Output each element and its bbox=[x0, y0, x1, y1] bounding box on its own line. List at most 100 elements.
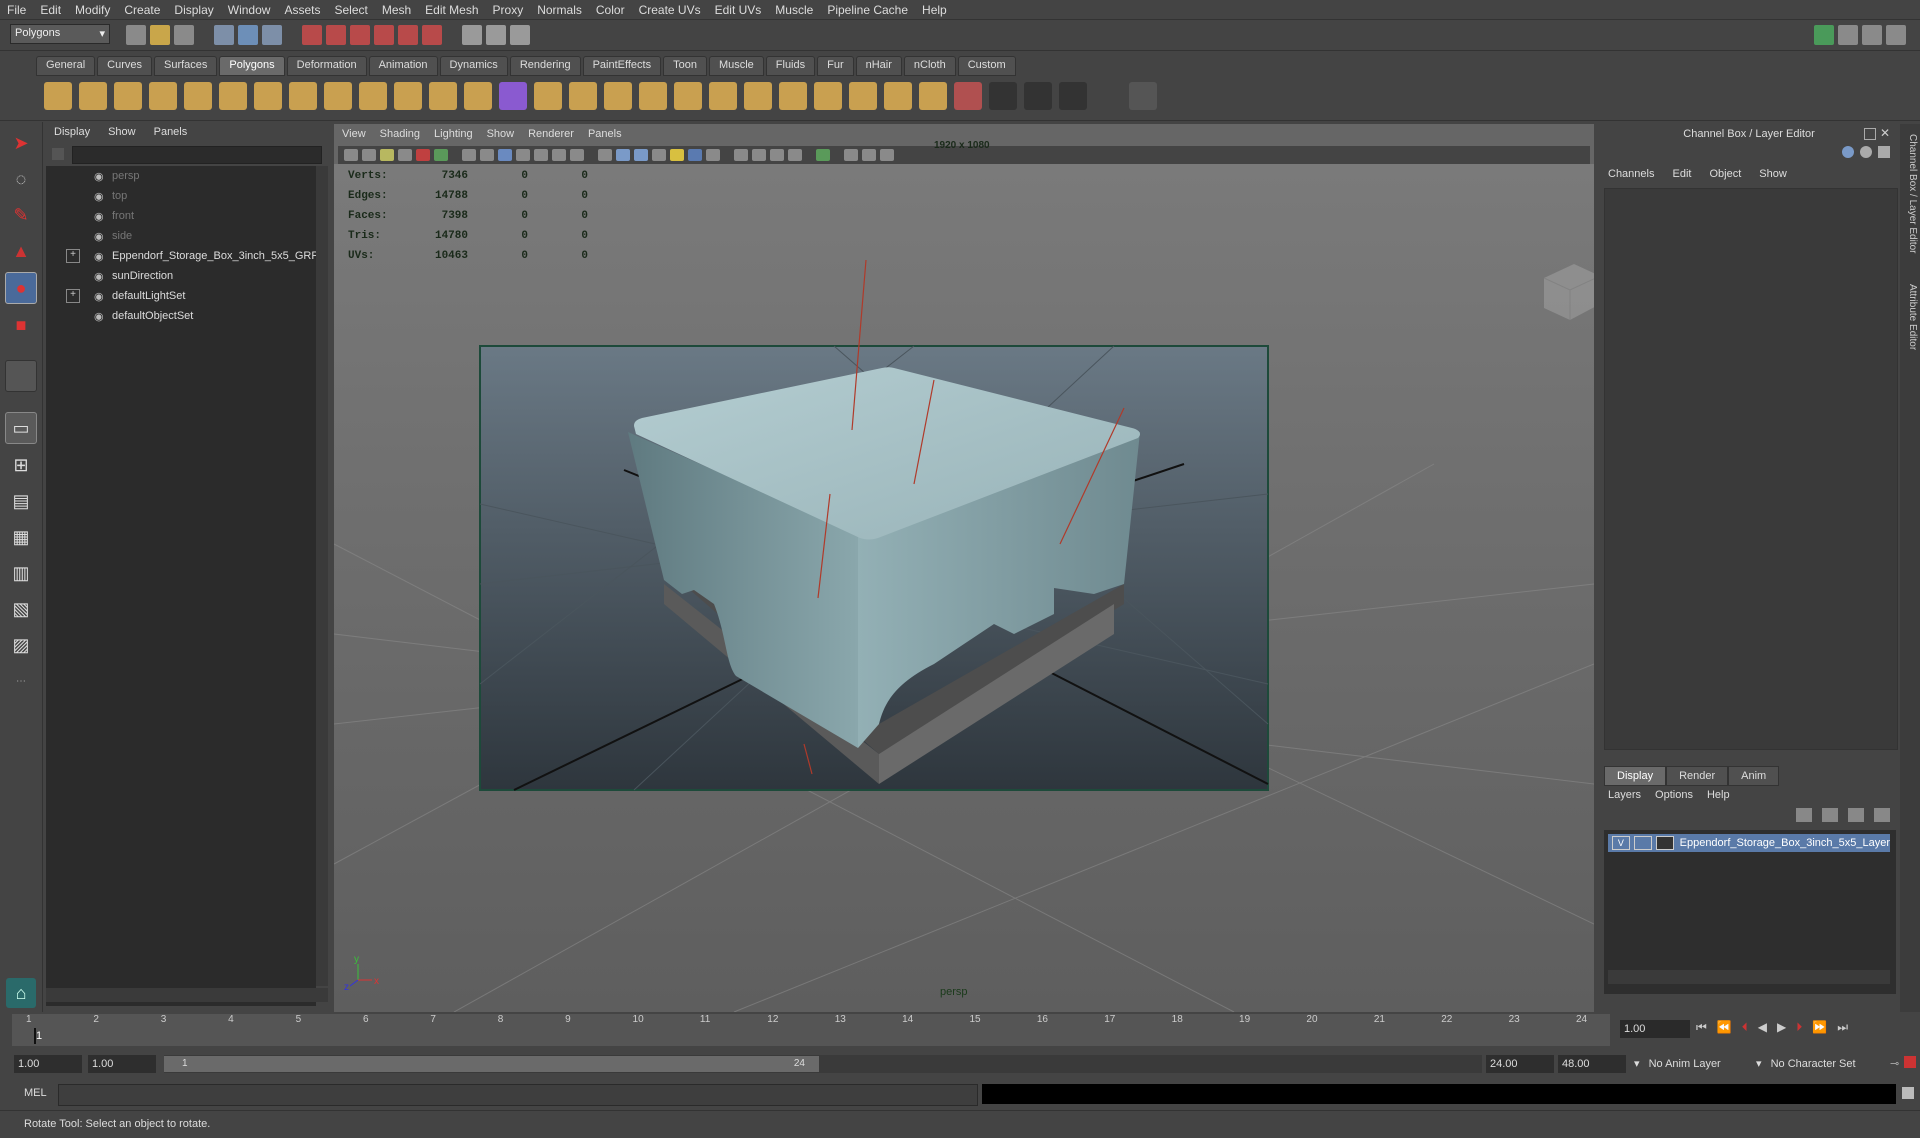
step-forward-frame-icon[interactable]: ⏵ bbox=[1796, 1020, 1802, 1035]
shelf-tab-rendering[interactable]: Rendering bbox=[509, 56, 581, 76]
shelf-tab-general[interactable]: General bbox=[36, 56, 96, 76]
outliner-item[interactable]: + ◉ defaultLightSet bbox=[46, 286, 316, 306]
single-perspective-layout-icon[interactable]: ▭ bbox=[5, 412, 37, 444]
poly-cylinder-icon[interactable] bbox=[114, 82, 142, 110]
play-forwards-icon[interactable]: ▶ bbox=[1777, 1020, 1786, 1035]
shelf-tab-painteffects[interactable]: PaintEffects bbox=[582, 56, 662, 76]
menu-create[interactable]: Create bbox=[117, 3, 167, 17]
poly-prism-icon[interactable] bbox=[254, 82, 282, 110]
poly-soccer-ball-icon[interactable] bbox=[359, 82, 387, 110]
outliner-item[interactable]: ◉ side bbox=[46, 226, 316, 246]
film-gate-icon[interactable] bbox=[480, 149, 494, 161]
anti-aliasing-icon[interactable] bbox=[752, 149, 766, 161]
select-object-icon[interactable] bbox=[238, 25, 258, 45]
shelf-tab-fluids[interactable]: Fluids bbox=[765, 56, 816, 76]
shelf-tab-nhair[interactable]: nHair bbox=[855, 56, 902, 76]
script-editor-icon[interactable] bbox=[1902, 1087, 1914, 1099]
2d-pan-zoom-icon[interactable] bbox=[416, 149, 430, 161]
viewport-canvas[interactable]: y x z bbox=[334, 164, 1594, 1012]
extrude-icon[interactable] bbox=[534, 82, 562, 110]
field-chart-icon[interactable] bbox=[534, 149, 548, 161]
viewport-menu-lighting[interactable]: Lighting bbox=[434, 128, 473, 140]
step-forward-key-icon[interactable]: ⏩ bbox=[1812, 1020, 1827, 1035]
bridge-icon[interactable] bbox=[569, 82, 597, 110]
persp-graph-hypershade-layout-icon[interactable]: ▥ bbox=[6, 558, 36, 588]
checker-3-icon[interactable] bbox=[1059, 82, 1087, 110]
menu-help[interactable]: Help bbox=[915, 3, 954, 17]
expand-icon[interactable]: + bbox=[66, 289, 80, 303]
checker-2-icon[interactable] bbox=[1024, 82, 1052, 110]
play-backwards-icon[interactable]: ◀ bbox=[1758, 1020, 1767, 1035]
outliner-item[interactable]: ◉ front bbox=[46, 206, 316, 226]
rotate-tool-icon[interactable]: ● bbox=[5, 272, 37, 304]
channel-names-icon[interactable] bbox=[1842, 146, 1854, 158]
layer-tab-display[interactable]: Display bbox=[1604, 766, 1667, 786]
separate-icon[interactable] bbox=[429, 82, 457, 110]
checker-4-icon[interactable] bbox=[1094, 82, 1122, 110]
menu-proxy[interactable]: Proxy bbox=[486, 3, 531, 17]
mel-input[interactable] bbox=[58, 1084, 978, 1106]
auto-key-icon[interactable]: ⊸ bbox=[1890, 1057, 1899, 1070]
viewport-panel[interactable]: y x z View Shading Lighting Show Renderer Pan… bbox=[334, 124, 1594, 1012]
poly-sphere-icon[interactable] bbox=[44, 82, 72, 110]
shelf-tab-muscle[interactable]: Muscle bbox=[708, 56, 764, 76]
open-scene-icon[interactable] bbox=[150, 25, 170, 45]
menu-file[interactable]: File bbox=[0, 3, 33, 17]
menu-display[interactable]: Display bbox=[167, 3, 220, 17]
tab-channel-box[interactable]: Channel Box / Layer Editor bbox=[1902, 134, 1918, 254]
menu-color[interactable]: Color bbox=[589, 3, 632, 17]
textured-icon[interactable] bbox=[652, 149, 666, 161]
poly-cube-icon[interactable] bbox=[79, 82, 107, 110]
wireframe-icon[interactable] bbox=[598, 149, 612, 161]
close-icon[interactable]: ✕ bbox=[1880, 126, 1890, 140]
resolution-gate-icon[interactable] bbox=[498, 149, 512, 161]
image-plane-icon[interactable] bbox=[398, 149, 412, 161]
new-layer-from-selection-icon[interactable] bbox=[1874, 808, 1890, 822]
snap-grid-icon[interactable] bbox=[302, 25, 322, 45]
poly-helix-icon[interactable] bbox=[324, 82, 352, 110]
gate-mask-icon[interactable] bbox=[516, 149, 530, 161]
menu-mesh[interactable]: Mesh bbox=[375, 3, 418, 17]
save-scene-icon[interactable] bbox=[174, 25, 194, 45]
outliner-menu-display[interactable]: Display bbox=[54, 126, 90, 138]
render-view-icon[interactable] bbox=[462, 25, 482, 45]
layer-tab-anim[interactable]: Anim bbox=[1728, 766, 1780, 786]
select-tool-icon[interactable]: ➤ bbox=[6, 128, 36, 158]
viewport-menu-view[interactable]: View bbox=[342, 128, 366, 140]
xray-components-icon[interactable] bbox=[862, 149, 876, 161]
move-layer-down-icon[interactable] bbox=[1822, 808, 1838, 822]
anim-start-field[interactable]: 1.00 bbox=[14, 1055, 82, 1073]
new-scene-icon[interactable] bbox=[126, 25, 146, 45]
range-thumb[interactable]: 1 24 bbox=[164, 1056, 819, 1072]
layer-visibility-toggle[interactable]: V bbox=[1612, 836, 1630, 850]
move-tool-icon[interactable]: ▲ bbox=[6, 236, 36, 266]
menu-set-dropdown[interactable]: Polygons ▾ bbox=[10, 24, 110, 44]
new-empty-layer-icon[interactable] bbox=[1848, 808, 1864, 822]
ipr-render-icon[interactable] bbox=[510, 25, 530, 45]
shelf-tab-deformation[interactable]: Deformation bbox=[286, 56, 367, 76]
persp-graph-layout-icon[interactable]: ▦ bbox=[6, 522, 36, 552]
select-hierarchy-icon[interactable] bbox=[214, 25, 234, 45]
channel-slider-icon[interactable] bbox=[1878, 146, 1890, 158]
layer-row[interactable]: V Eppendorf_Storage_Box_3inch_5x5_Layer bbox=[1608, 834, 1890, 852]
last-tool-icon[interactable] bbox=[5, 360, 37, 392]
menu-normals[interactable]: Normals bbox=[530, 3, 589, 17]
channel-menu-object[interactable]: Object bbox=[1709, 168, 1741, 180]
isolate-select-icon[interactable] bbox=[788, 149, 802, 161]
channel-box-area[interactable] bbox=[1604, 188, 1898, 750]
maya-logo-icon[interactable]: ⌂ bbox=[6, 978, 36, 1008]
paint-select-tool-icon[interactable]: ✎ bbox=[6, 200, 36, 230]
menu-modify[interactable]: Modify bbox=[68, 3, 117, 17]
outliner-search-input[interactable] bbox=[72, 146, 322, 164]
scale-tool-icon[interactable]: ■ bbox=[6, 310, 36, 340]
checker-5-icon[interactable] bbox=[1129, 82, 1157, 110]
shelf-tab-curves[interactable]: Curves bbox=[97, 56, 152, 76]
channel-menu-edit[interactable]: Edit bbox=[1672, 168, 1691, 180]
poly-cone-icon[interactable] bbox=[149, 82, 177, 110]
menu-muscle[interactable]: Muscle bbox=[768, 3, 820, 17]
four-view-layout-icon[interactable]: ⊞ bbox=[6, 450, 36, 480]
merge-icon[interactable] bbox=[744, 82, 772, 110]
wireframe-on-shaded-icon[interactable] bbox=[634, 149, 648, 161]
outliner-item[interactable]: ◉ persp bbox=[46, 166, 316, 186]
select-component-icon[interactable] bbox=[262, 25, 282, 45]
